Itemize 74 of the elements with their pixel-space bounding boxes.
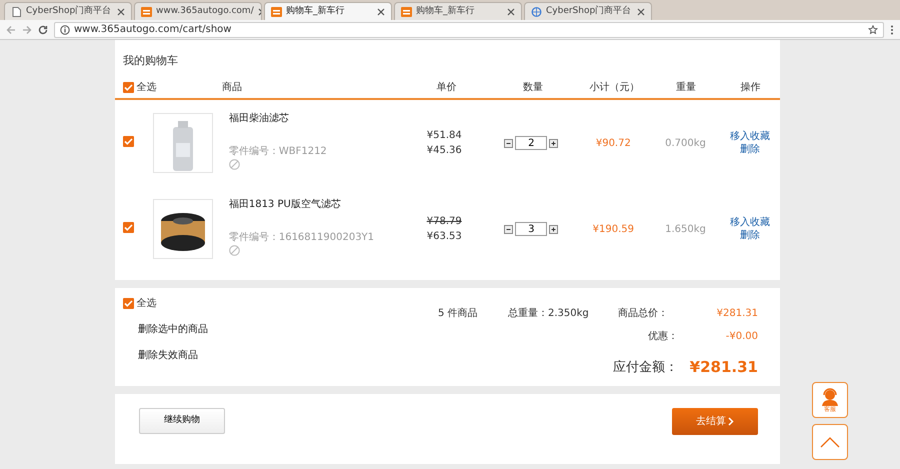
- logo-icon: [141, 6, 152, 16]
- select-all-checkbox[interactable]: [123, 298, 134, 309]
- weight: 1.650kg: [664, 222, 707, 236]
- select-all-label: 全选: [136, 296, 156, 311]
- payable-label: 应付金额：: [613, 358, 678, 376]
- browser-tab[interactable]: CyberShop门商平台: [4, 2, 132, 20]
- select-all-label: 全选: [136, 80, 156, 94]
- original-price: ¥78.79: [426, 215, 462, 229]
- reload-icon[interactable]: [38, 24, 48, 34]
- checkout-button[interactable]: 去结算: [672, 408, 758, 435]
- item-count: 5 件商品: [438, 306, 479, 321]
- original-price: ¥51.84: [426, 129, 462, 143]
- action-link[interactable]: 删除: [720, 229, 780, 242]
- tab-title: 购物车_新车行: [416, 4, 474, 18]
- column-header: 商品: [222, 80, 243, 94]
- back-to-top-button[interactable]: [812, 424, 848, 460]
- browser-tab[interactable]: 购物车_新车行: [264, 2, 392, 20]
- browser-tab[interactable]: CyberShop门商平台: [524, 2, 652, 20]
- browser-tab[interactable]: www.365autogo.com/: [134, 2, 262, 20]
- weight: 0.700kg: [664, 136, 707, 150]
- item-checkbox[interactable]: [123, 136, 134, 146]
- circle-slash-icon: [228, 159, 240, 170]
- action-link[interactable]: 移入收藏: [720, 216, 780, 229]
- goods-total-label: 商品总价：: [618, 306, 669, 321]
- tab-title: www.365autogo.com/: [156, 4, 254, 18]
- tab-title: 购物车_新车行: [286, 4, 344, 18]
- tab-title: CyberShop门商平台: [546, 4, 632, 18]
- product-photo[interactable]: [152, 199, 213, 259]
- goods-total: ¥281.31: [716, 307, 758, 321]
- logo-icon: [401, 6, 412, 16]
- unit-price: ¥63.53: [426, 230, 462, 244]
- column-header: 操作: [739, 80, 762, 94]
- column-header: 小计（元）: [588, 80, 641, 94]
- quantity-field[interactable]: 3: [515, 222, 548, 236]
- logo-icon: [271, 6, 282, 16]
- close-icon[interactable]: [507, 8, 515, 16]
- column-header: 单价: [436, 80, 458, 94]
- close-icon[interactable]: [377, 8, 385, 16]
- close-icon[interactable]: [637, 8, 645, 16]
- page-icon: [11, 6, 22, 16]
- continue-shopping-button[interactable]: 继续购物: [139, 408, 225, 434]
- select-all-checkbox[interactable]: [123, 82, 134, 92]
- unit-price: ¥45.36: [426, 144, 462, 158]
- column-header: 数量: [522, 80, 544, 94]
- discount: -¥0.00: [724, 330, 758, 344]
- subtotal: ¥90.72: [594, 136, 632, 150]
- delete-link[interactable]: 删除失效商品: [123, 348, 323, 363]
- quantity-field[interactable]: 2: [515, 136, 548, 150]
- item-checkbox[interactable]: [123, 222, 134, 232]
- payable-amount: ¥281.31: [688, 357, 758, 378]
- chevron-icon[interactable]: [728, 417, 734, 426]
- browser-tab[interactable]: 购物车_新车行: [394, 2, 522, 20]
- tab-title: CyberShop门商平台: [26, 4, 112, 18]
- delete-link[interactable]: 删除选中的商品: [123, 322, 323, 337]
- close-icon[interactable]: [117, 8, 125, 16]
- product-name[interactable]: 福田柴油滤芯: [228, 111, 402, 126]
- column-header: 重量: [675, 80, 698, 94]
- discount-label: 优惠：: [648, 330, 678, 344]
- product-name[interactable]: 福田1813 PU版空气滤芯: [228, 197, 402, 212]
- action-link[interactable]: 删除: [720, 143, 780, 156]
- cart-title: 我的购物车: [122, 53, 179, 69]
- part-number: 零件编号：WBF1212: [228, 144, 328, 159]
- address-bar[interactable]: www.365autogo.com/cart/show: [54, 22, 884, 38]
- info-icon[interactable]: [60, 24, 70, 34]
- menu-icon[interactable]: [890, 24, 894, 34]
- globe-icon: [531, 6, 542, 16]
- circle-slash-icon: [228, 245, 240, 256]
- total-weight: 总重量：2.350kg: [508, 306, 590, 321]
- part-number: 零件编号：1616811900203Y1: [228, 230, 376, 245]
- star-icon[interactable]: [868, 24, 878, 34]
- url-text: www.365autogo.com/cart/show: [74, 23, 232, 37]
- headset-icon[interactable]: [820, 388, 840, 406]
- subtotal: ¥190.59: [592, 222, 636, 236]
- action-link[interactable]: 移入收藏: [720, 130, 780, 143]
